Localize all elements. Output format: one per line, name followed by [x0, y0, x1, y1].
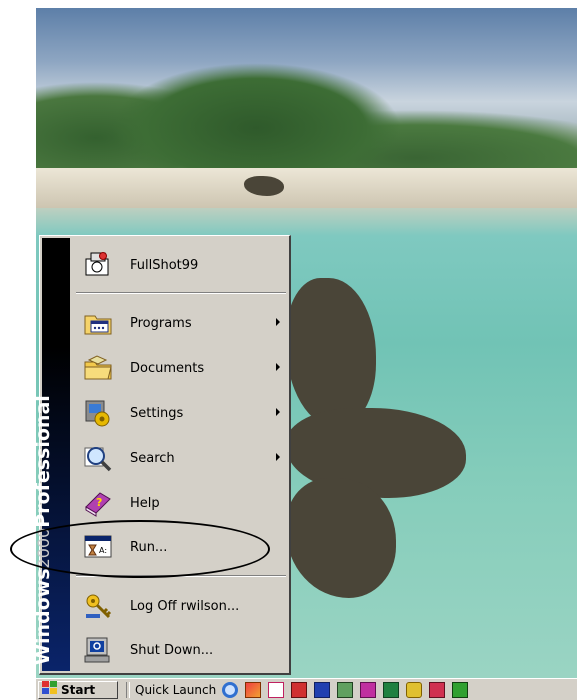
menu-separator	[76, 575, 286, 577]
menu-item-log-off[interactable]: Log Off rwilson...	[72, 586, 288, 626]
menu-item-label: FullShot99	[130, 257, 199, 273]
banner-text: Windows2000Professional	[31, 395, 56, 665]
paint-icon[interactable]	[245, 681, 262, 698]
publisher-icon[interactable]	[360, 681, 377, 698]
run-icon: A:	[82, 531, 114, 563]
camera-icon	[82, 249, 114, 281]
menu-item-programs[interactable]: Programs	[72, 303, 288, 343]
start-button[interactable]: Start	[38, 680, 118, 699]
excel-icon[interactable]	[383, 681, 400, 698]
start-menu-banner: Windows2000Professional	[32, 238, 70, 671]
submenu-arrow-icon	[276, 318, 280, 326]
menu-item-label: Log Off rwilson...	[130, 598, 240, 614]
menu-item-search[interactable]: Search	[72, 438, 288, 478]
documents-folder-icon	[82, 352, 114, 384]
shutdown-icon	[82, 634, 114, 666]
start-button-label: Start	[61, 682, 96, 697]
access-icon[interactable]	[429, 681, 446, 698]
wallpaper-jungle	[36, 48, 577, 178]
clock-icon[interactable]	[406, 681, 423, 698]
menu-item-shut-down[interactable]: Shut Down...	[72, 630, 288, 670]
menu-item-fullshot99[interactable]: FullShot99	[72, 245, 288, 285]
menu-item-run[interactable]: A: Run...	[72, 527, 288, 567]
programs-folder-icon	[82, 307, 114, 339]
banner-windows: Windows	[32, 568, 54, 665]
menu-item-label: Shut Down...	[130, 642, 214, 658]
search-icon	[82, 442, 114, 474]
submenu-arrow-icon	[276, 363, 280, 371]
quick-launch-label: Quick Launch	[135, 682, 217, 697]
menu-item-label: Programs	[130, 315, 192, 331]
menu-item-label: Search	[130, 450, 175, 466]
banner-edition: Professional	[32, 395, 54, 528]
submenu-arrow-icon	[276, 408, 280, 416]
internet-explorer-icon[interactable]	[222, 681, 239, 698]
menu-separator	[76, 292, 286, 294]
picture-icon[interactable]	[337, 681, 354, 698]
wallpaper-rock	[286, 478, 396, 598]
taskbar-divider	[126, 681, 130, 698]
svg-text:A:: A:	[99, 546, 107, 555]
menu-item-label: Settings	[130, 405, 184, 421]
menu-item-documents[interactable]: Documents	[72, 348, 288, 388]
menu-item-label: Run...	[130, 539, 168, 555]
wallpaper-beach	[36, 168, 577, 208]
green-app-icon[interactable]	[452, 681, 469, 698]
draw-icon[interactable]	[268, 681, 285, 698]
windows-logo-icon	[42, 680, 58, 699]
menu-item-label: Help	[130, 495, 160, 511]
start-menu: Windows2000Professional FullShot99 Progr…	[32, 235, 291, 675]
submenu-arrow-icon	[276, 453, 280, 461]
menu-item-settings[interactable]: Settings	[72, 393, 288, 433]
help-book-icon: ?	[82, 487, 114, 519]
word-icon[interactable]	[314, 681, 331, 698]
banner-year: 2000	[34, 527, 53, 569]
menu-item-help[interactable]: ? Help	[72, 483, 288, 523]
powerpoint-icon[interactable]	[291, 681, 308, 698]
settings-icon	[82, 397, 114, 429]
svg-text:?: ?	[96, 496, 102, 509]
wallpaper-rock	[286, 278, 376, 428]
menu-item-label: Documents	[130, 360, 205, 376]
key-icon	[82, 590, 114, 622]
taskbar: Start Quick Launch	[36, 678, 577, 700]
